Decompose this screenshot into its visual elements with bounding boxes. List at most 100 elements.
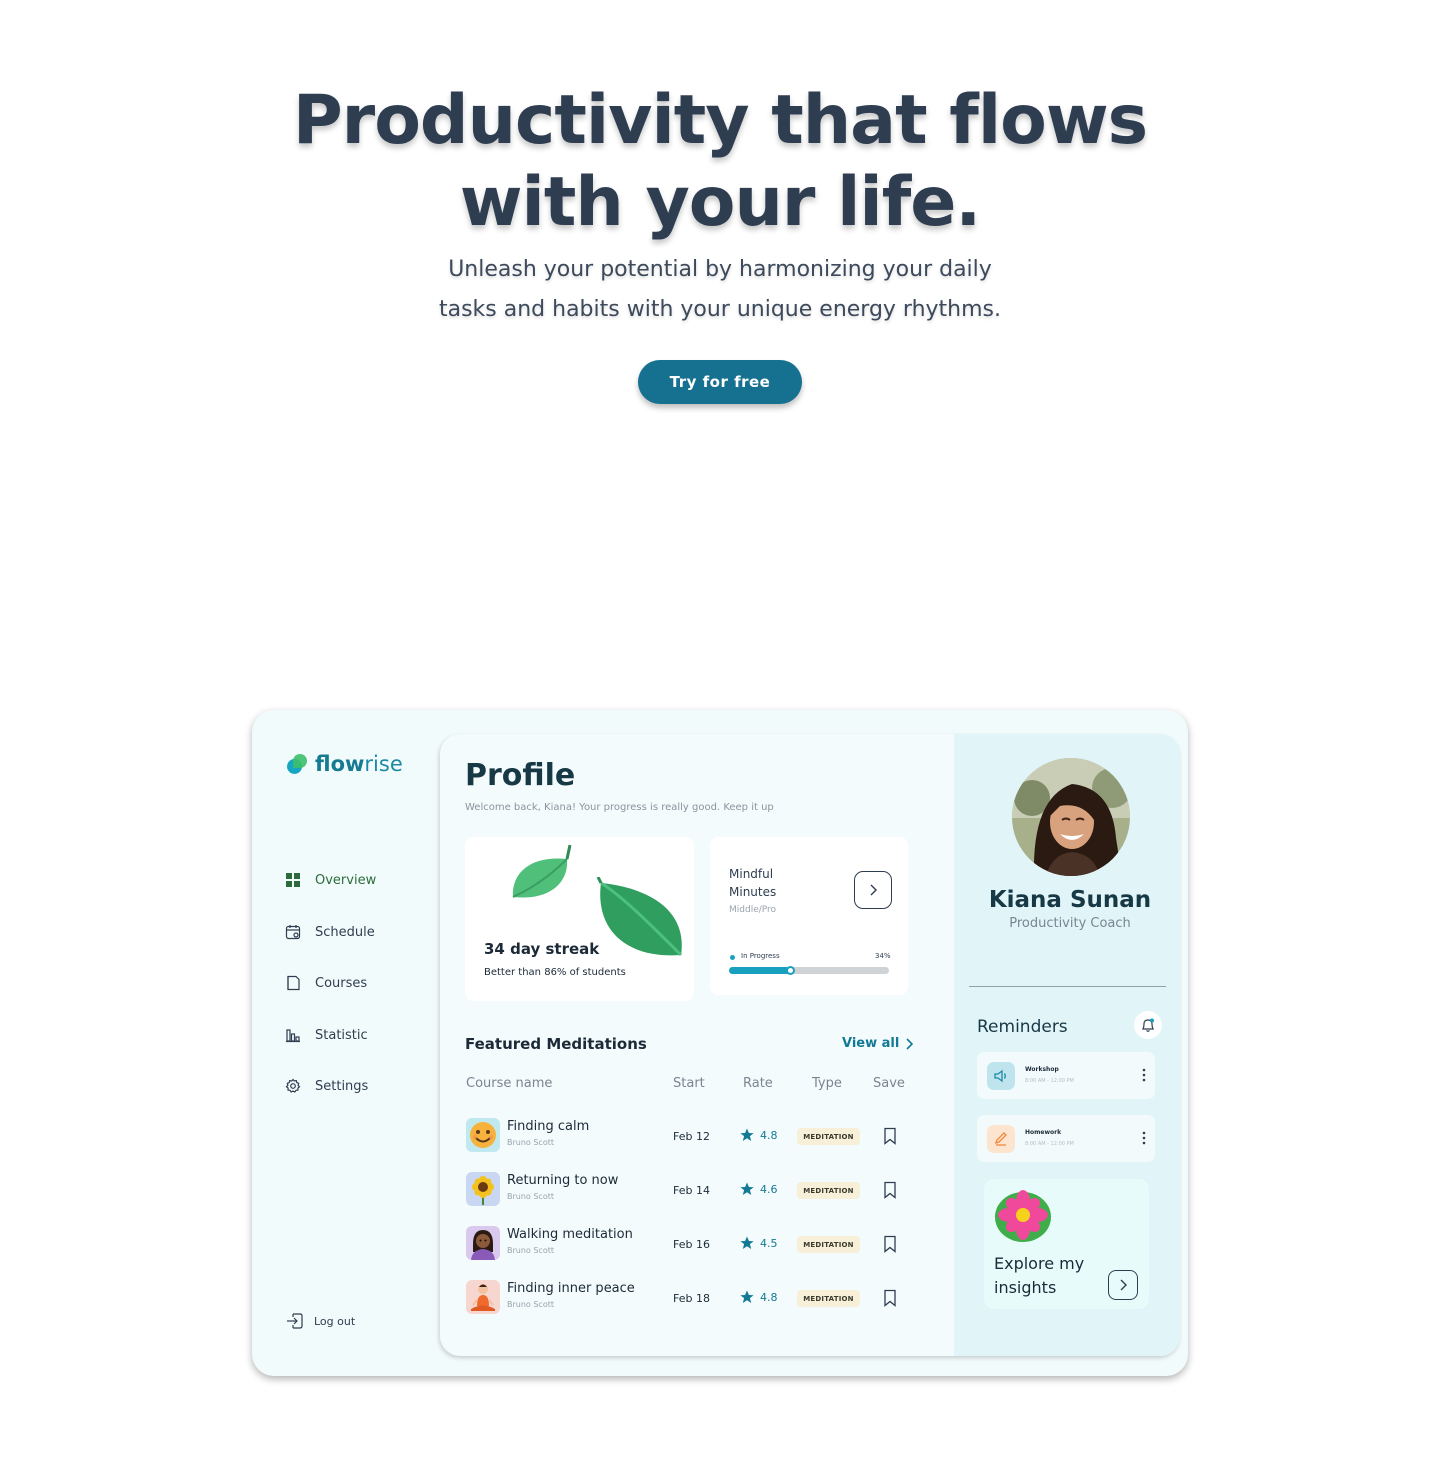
course-start: Feb 14 — [673, 1184, 710, 1197]
leaf-icon — [512, 844, 572, 898]
bookmark-icon[interactable] — [882, 1181, 898, 1199]
reminder-card[interactable]: Workshop 8:00 AM - 12:00 PM — [977, 1052, 1155, 1099]
progress-status: In Progress — [741, 952, 780, 960]
logout-icon — [287, 1313, 303, 1329]
insights-card[interactable]: Explore my insights — [984, 1179, 1149, 1309]
chevron-right-icon — [870, 884, 877, 896]
grid-icon — [286, 873, 300, 887]
featured-title: Featured Meditations — [465, 1035, 647, 1053]
calendar-icon — [285, 925, 301, 940]
logo[interactable]: flowrise — [287, 752, 403, 776]
rating-value: 4.8 — [760, 1290, 778, 1304]
table-row[interactable]: Finding inner peace Bruno Scott Feb 18 4… — [465, 1279, 915, 1319]
sidebar-item-schedule[interactable]: Schedule — [285, 924, 375, 940]
course-start: Feb 12 — [673, 1130, 710, 1143]
sunflower-icon — [466, 1172, 500, 1206]
meditating-person-icon — [466, 1280, 500, 1314]
table-row[interactable]: Returning to now Bruno Scott Feb 14 4.6 … — [465, 1171, 915, 1211]
mindful-minutes-card[interactable]: Mindful Minutes Middle/Pro In Progress 3… — [710, 837, 908, 995]
reminders-title: Reminders — [977, 1017, 1068, 1037]
notifications-button[interactable] — [1134, 1011, 1162, 1039]
gear-icon — [285, 1078, 301, 1093]
more-options-icon[interactable] — [1142, 1131, 1146, 1145]
column-header-type: Type — [812, 1076, 842, 1091]
type-badge: MEDITATION — [797, 1290, 860, 1307]
logout-label: Log out — [314, 1314, 356, 1328]
mindful-level: Middle/Pro — [729, 905, 777, 915]
course-author: Bruno Scott — [507, 1246, 554, 1255]
reminder-card[interactable]: Homework 8:00 AM - 12:00 PM — [977, 1115, 1155, 1162]
type-badge: MEDITATION — [797, 1236, 860, 1253]
column-header-save: Save — [873, 1076, 905, 1091]
rating-value: 4.8 — [760, 1128, 778, 1142]
star-icon — [740, 1236, 754, 1249]
course-start: Feb 18 — [673, 1292, 710, 1305]
mindful-open-button[interactable] — [854, 871, 892, 909]
bookmark-icon[interactable] — [882, 1289, 898, 1307]
sidebar-item-settings[interactable]: Settings — [285, 1078, 368, 1094]
sidebar-item-label: Statistic — [315, 1027, 368, 1043]
course-name: Finding calm — [507, 1119, 590, 1134]
insights-open-button[interactable] — [1108, 1270, 1138, 1300]
sidebar-item-label: Settings — [315, 1078, 369, 1094]
chevron-right-icon — [1120, 1279, 1127, 1291]
bar-chart-icon — [286, 1029, 300, 1043]
course-rating: 4.8 — [740, 1128, 778, 1142]
streak-title: 34 day streak — [484, 940, 600, 958]
view-all-link[interactable]: View all — [842, 1036, 914, 1051]
course-name: Returning to now — [507, 1173, 619, 1188]
course-author: Bruno Scott — [507, 1192, 554, 1201]
divider — [969, 986, 1166, 987]
reminder-time: 8:00 AM - 12:00 PM — [1025, 1141, 1074, 1147]
leaf-icon — [596, 877, 683, 957]
hero-title-line1: Productivity that flows — [292, 81, 1148, 160]
sidebar: flowrise Overview Schedule Courses Stati… — [252, 710, 440, 1376]
hero-subtitle-line1: Unleash your potential by harmonizing yo… — [448, 257, 992, 282]
avatar — [1012, 758, 1130, 876]
logout-button[interactable]: Log out — [285, 1311, 355, 1331]
sidebar-item-courses[interactable]: Courses — [285, 975, 367, 991]
column-header-rate: Rate — [743, 1076, 773, 1091]
progress-fill — [729, 967, 790, 974]
view-all-label: View all — [842, 1036, 900, 1051]
table-row[interactable]: Walking meditation Bruno Scott Feb 16 4.… — [465, 1225, 915, 1265]
course-name: Walking meditation — [507, 1227, 633, 1242]
profile-panel: Kiana Sunan Productivity Coach Reminders… — [954, 734, 1180, 1356]
course-name: Finding inner peace — [507, 1281, 635, 1296]
book-icon — [287, 975, 300, 991]
progress-percent: 34% — [875, 952, 891, 960]
insights-label: Explore my insights — [994, 1254, 1085, 1297]
streak-card: 34 day streak Better than 86% of student… — [465, 837, 694, 1001]
status-dot — [730, 955, 735, 960]
rating-value: 4.5 — [760, 1236, 778, 1250]
woman-avatar-icon — [466, 1226, 500, 1260]
star-icon — [740, 1290, 754, 1303]
sidebar-item-statistic[interactable]: Statistic — [285, 1027, 368, 1043]
dashboard-preview: flowrise Overview Schedule Courses Stati… — [252, 710, 1188, 1376]
type-badge: MEDITATION — [797, 1128, 860, 1145]
profile-name: Kiana Sunan — [988, 887, 1152, 913]
rating-value: 4.6 — [760, 1182, 778, 1196]
sidebar-item-overview[interactable]: Overview — [285, 872, 376, 888]
lotus-flower-icon — [995, 1190, 1051, 1242]
progress-bar — [729, 966, 889, 975]
course-author: Bruno Scott — [507, 1300, 554, 1309]
page-title: Profile — [465, 758, 576, 793]
welcome-text: Welcome back, Kiana! Your progress is re… — [465, 802, 774, 813]
bookmark-icon[interactable] — [882, 1127, 898, 1145]
smiley-face-icon — [466, 1118, 500, 1152]
course-rating: 4.8 — [740, 1290, 778, 1304]
try-for-free-button[interactable]: Try for free — [638, 360, 802, 404]
sidebar-item-label: Courses — [315, 975, 368, 991]
table-row[interactable]: Finding calm Bruno Scott Feb 12 4.8 MEDI… — [465, 1117, 915, 1157]
more-options-icon[interactable] — [1142, 1068, 1146, 1082]
sidebar-item-label: Schedule — [315, 924, 375, 940]
logo-text: flowrise — [315, 752, 403, 776]
bookmark-icon[interactable] — [882, 1235, 898, 1253]
logo-mark-icon — [287, 754, 307, 774]
course-author: Bruno Scott — [507, 1138, 554, 1147]
course-rating: 4.5 — [740, 1236, 778, 1250]
sidebar-item-label: Overview — [315, 872, 377, 888]
profile-role: Productivity Coach — [1009, 916, 1131, 931]
reminder-time: 8:00 AM - 12:00 PM — [1025, 1078, 1074, 1084]
